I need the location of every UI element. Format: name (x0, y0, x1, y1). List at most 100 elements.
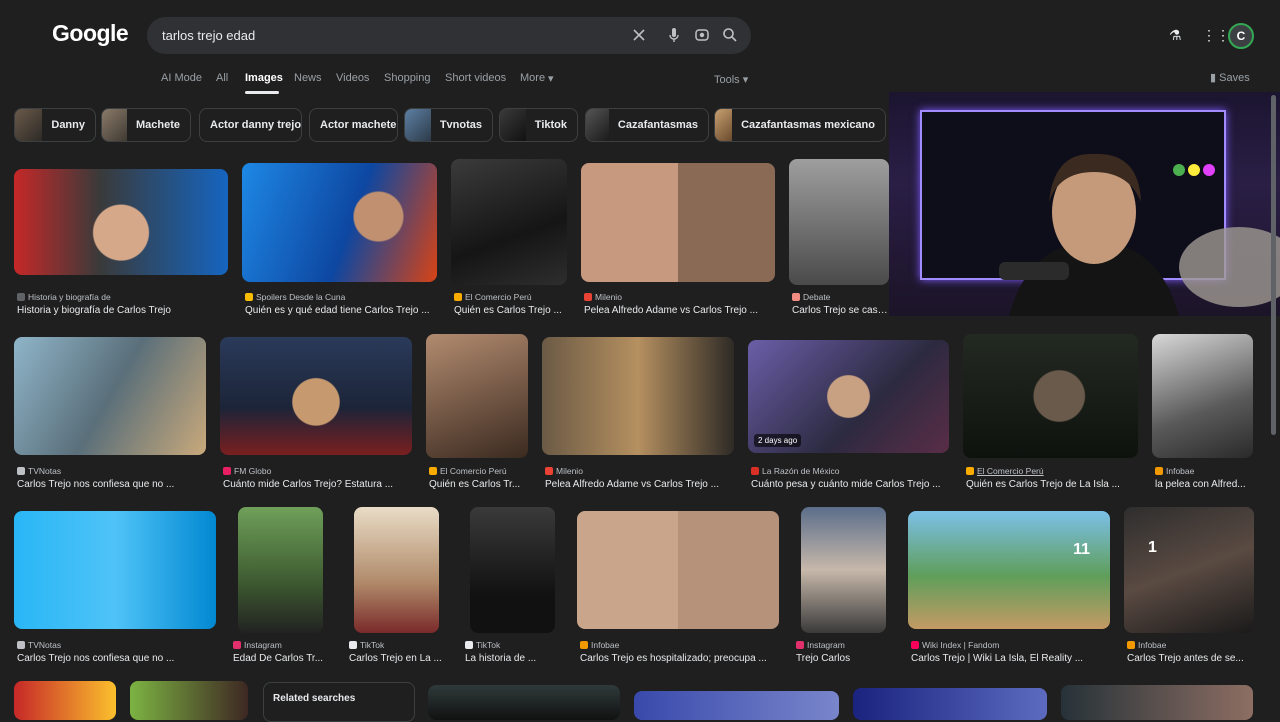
tab-more[interactable]: More (520, 72, 545, 84)
microphone-icon[interactable] (665, 26, 683, 44)
image-result[interactable] (853, 688, 1047, 720)
tools-label: Tools (714, 74, 740, 86)
result-source: La Razón de México (751, 466, 952, 476)
result-title[interactable]: Edad De Carlos Tr... (233, 653, 333, 664)
labs-flask-icon[interactable]: ⚗ (1169, 27, 1182, 44)
source-favicon-icon (349, 641, 357, 649)
tab-shopping[interactable]: Shopping (384, 72, 431, 84)
image-result[interactable] (130, 681, 248, 720)
image-result[interactable]: 1 (1124, 507, 1254, 633)
result-title[interactable]: Carlos Trejo en La ... (349, 653, 449, 664)
tab-short-videos[interactable]: Short videos (445, 72, 506, 84)
source-favicon-icon (545, 467, 553, 475)
image-result[interactable]: 2 days ago (748, 340, 949, 453)
source-favicon-icon (796, 641, 804, 649)
chip-machete[interactable]: Machete (101, 108, 191, 142)
image-result[interactable] (14, 511, 216, 629)
image-result[interactable] (428, 685, 620, 720)
chip-thumbnail (405, 109, 431, 141)
result-source: Instagram (233, 640, 333, 650)
scrollbar[interactable] (1271, 95, 1276, 435)
result-title[interactable]: Quién es Carlos Trejo ... (454, 305, 570, 316)
image-result[interactable] (789, 159, 889, 285)
source-name: TVNotas (28, 466, 62, 476)
result-title[interactable]: La historia de ... (465, 653, 565, 664)
image-result[interactable] (1061, 685, 1253, 720)
image-result[interactable]: 11 (908, 511, 1110, 629)
chip-actor-machete[interactable]: Actor machete (309, 108, 398, 142)
result-title[interactable]: Quién es Carlos Tr... (429, 479, 531, 490)
result-title[interactable]: Cuánto pesa y cuánto mide Carlos Trejo .… (751, 479, 952, 490)
chip-label: Actor danny trejo (210, 119, 302, 131)
chip-tvnotas[interactable]: Tvnotas (404, 108, 493, 142)
lens-icon[interactable] (693, 26, 711, 44)
image-result[interactable] (354, 507, 439, 633)
clear-icon[interactable] (630, 26, 648, 44)
image-result[interactable] (451, 159, 567, 285)
result-source: TVNotas (17, 466, 209, 476)
chip-actor-danny-trejo[interactable]: Actor danny trejo (199, 108, 302, 142)
source-name: Instagram (807, 640, 845, 650)
chip-label: Cazafantasmas mexicano (741, 119, 875, 131)
source-name: Infobae (1138, 640, 1167, 650)
chip-label: Tvnotas (439, 119, 482, 131)
image-result[interactable] (801, 507, 886, 633)
related-searches-panel[interactable]: Related searches (263, 682, 415, 722)
result-title[interactable]: Carlos Trejo nos confiesa que no ... (17, 479, 209, 490)
source-favicon-icon (429, 467, 437, 475)
chip-cazafantasmas-mexicano[interactable]: Cazafantasmas mexicano (714, 108, 886, 142)
source-name: Milenio (595, 292, 622, 302)
chip-danny[interactable]: Danny (14, 108, 96, 142)
result-title[interactable]: Quién es Carlos Trejo de La Isla ... (966, 479, 1141, 490)
source-name: Historia y biografía de (28, 292, 111, 302)
result-title[interactable]: Carlos Trejo | Wiki La Isla, El Reality … (911, 653, 1113, 664)
result-source: TVNotas (17, 640, 219, 650)
image-result[interactable] (577, 511, 779, 629)
image-result[interactable] (1152, 334, 1253, 458)
image-result[interactable] (238, 507, 323, 633)
tools-button[interactable]: Tools ▾ (714, 73, 748, 86)
image-result[interactable] (470, 507, 555, 633)
chip-tiktok[interactable]: Tiktok (499, 108, 578, 142)
search-icon[interactable] (721, 26, 739, 44)
tab-news[interactable]: News (294, 72, 322, 84)
source-favicon-icon (966, 467, 974, 475)
chip-cazafantasmas[interactable]: Cazafantasmas (585, 108, 709, 142)
result-title[interactable]: Cuánto mide Carlos Trejo? Estatura ... (223, 479, 415, 490)
source-favicon-icon (580, 641, 588, 649)
image-result[interactable] (220, 337, 412, 455)
result-title[interactable]: Trejo Carlos (796, 653, 896, 664)
search-bar[interactable]: tarlos trejo edad (147, 17, 751, 54)
image-result[interactable] (14, 337, 206, 455)
tab-images[interactable]: Images (245, 72, 283, 84)
result-title[interactable]: Carlos Trejo nos confiesa que no ... (17, 653, 219, 664)
result-title[interactable]: Pelea Alfredo Adame vs Carlos Trejo ... (584, 305, 778, 316)
image-result[interactable] (14, 681, 116, 720)
source-favicon-icon (1155, 467, 1163, 475)
result-title[interactable]: la pelea con Alfred... (1155, 479, 1256, 490)
result-title[interactable]: Carlos Trejo antes de se... (1127, 653, 1257, 664)
result-title[interactable]: Carlos Trejo se casó c (792, 305, 889, 316)
apps-grid-icon[interactable]: ⋮⋮ (1202, 27, 1230, 44)
tab-ai-mode[interactable]: AI Mode (161, 72, 202, 84)
result-title[interactable]: Carlos Trejo es hospitalizado; preocupa … (580, 653, 782, 664)
image-result[interactable] (581, 163, 775, 282)
image-result[interactable] (634, 691, 839, 720)
search-input[interactable]: tarlos trejo edad (162, 28, 255, 43)
image-result[interactable] (963, 334, 1138, 458)
image-result[interactable] (542, 337, 734, 455)
result-title[interactable]: Quién es y qué edad tiene Carlos Trejo .… (245, 305, 440, 316)
image-result[interactable] (242, 163, 437, 282)
image-result[interactable] (426, 334, 528, 458)
saves-button[interactable]: ▮ Saves (1210, 71, 1250, 84)
image-result[interactable] (14, 169, 228, 275)
tab-videos[interactable]: Videos (336, 72, 369, 84)
result-title[interactable]: Historia y biografía de Carlos Trejo (17, 305, 231, 316)
account-avatar[interactable]: C (1228, 23, 1254, 49)
result-source: Instagram (796, 640, 896, 650)
google-logo[interactable]: Google (52, 20, 129, 47)
tab-all[interactable]: All (216, 72, 228, 84)
saves-label: Saves (1219, 72, 1250, 84)
result-title[interactable]: Pelea Alfredo Adame vs Carlos Trejo ... (545, 479, 737, 490)
chip-label: Actor machete (320, 119, 397, 131)
